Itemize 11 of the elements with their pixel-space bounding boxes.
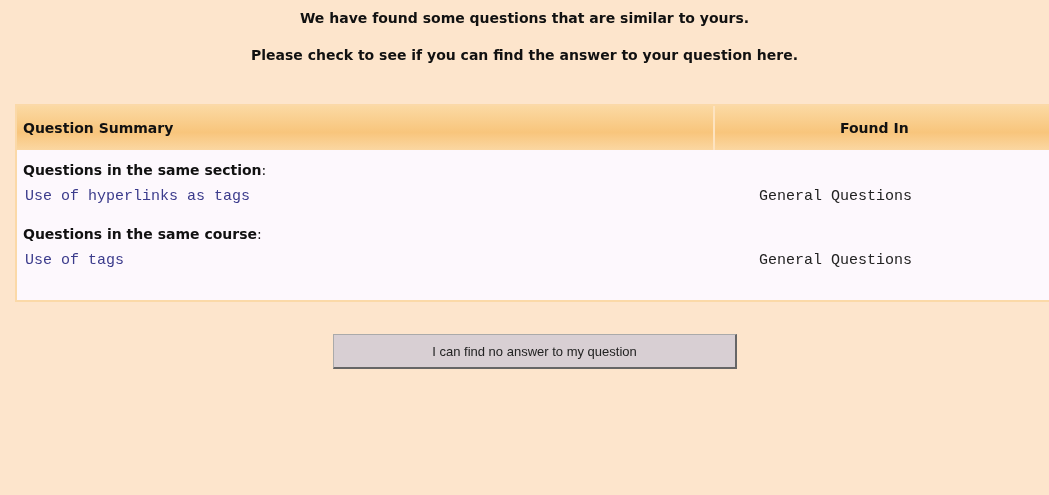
question-link[interactable]: Use of tags <box>17 252 759 269</box>
intro-text: Please check to see if you can find the answer to your question here. <box>249 47 800 64</box>
found-in-text: General Questions <box>759 252 913 269</box>
group-heading: Questions in the same course: <box>23 226 262 242</box>
no-answer-button[interactable]: I can find no answer to my question <box>333 334 737 369</box>
column-header: Found In <box>839 119 909 138</box>
intro-text: We have found some questions that are similar to yours. <box>298 10 751 27</box>
column-header: Question Summary <box>17 106 715 150</box>
question-link[interactable]: Use of hyperlinks as tags <box>17 188 759 205</box>
found-in-text: General Questions <box>759 188 913 205</box>
group-heading: Questions in the same section: <box>23 162 267 178</box>
